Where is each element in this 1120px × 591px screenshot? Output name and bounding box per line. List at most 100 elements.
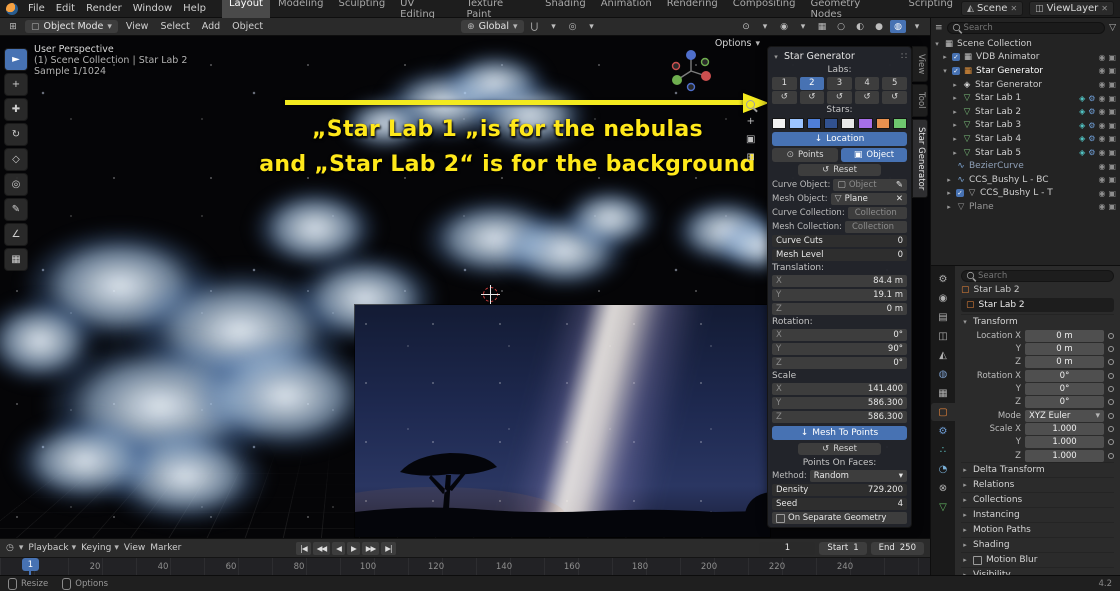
location-y-field[interactable]: 0 m bbox=[1025, 343, 1104, 356]
filter-funnel-icon[interactable]: ▽ bbox=[1109, 23, 1116, 33]
render-camera-icon[interactable]: ▣ bbox=[1108, 175, 1116, 184]
tab-collection[interactable]: ▦ bbox=[932, 384, 954, 402]
expand-icon[interactable]: ▾ bbox=[941, 67, 949, 75]
scale-x-field[interactable]: 1.000 bbox=[1025, 422, 1104, 435]
hide-eye-icon[interactable]: ◉ bbox=[1098, 66, 1105, 75]
curve-collection-field[interactable]: Collection bbox=[847, 207, 907, 219]
checkbox-icon[interactable] bbox=[973, 555, 982, 565]
navigation-gizmo[interactable] bbox=[668, 48, 714, 94]
prev-keyframe-button[interactable]: ◀◀ bbox=[312, 541, 331, 555]
animate-dot-icon[interactable] bbox=[1108, 332, 1114, 339]
section-delta-transform[interactable]: ▸ Delta Transform bbox=[961, 462, 1114, 477]
method-dropdown[interactable]: Random ▾ bbox=[809, 470, 907, 482]
rotation-mode-dropdown[interactable]: XYZ Euler ▾ bbox=[1025, 409, 1104, 422]
animate-dot-icon[interactable] bbox=[1108, 452, 1114, 459]
proportional-editing-icon[interactable]: ◎ bbox=[565, 20, 581, 33]
pan-icon[interactable]: + bbox=[747, 117, 755, 127]
render-camera-icon[interactable]: ▣ bbox=[1108, 189, 1116, 198]
render-camera-icon[interactable]: ▣ bbox=[1108, 53, 1116, 62]
editor-type-icon[interactable]: ⊞ bbox=[5, 20, 21, 33]
playhead[interactable]: 1 bbox=[22, 558, 39, 576]
mesh-to-points-button[interactable]: ↓ Mesh To Points bbox=[772, 426, 907, 440]
animate-dot-icon[interactable] bbox=[1108, 359, 1114, 366]
hide-eye-icon[interactable]: ◉ bbox=[1098, 121, 1105, 130]
transform-orientation-dropdown[interactable]: ⊕ Global ▾ bbox=[461, 20, 524, 33]
tab-scene[interactable]: ◭ bbox=[932, 346, 954, 364]
tool-add-cube[interactable]: ▦ bbox=[4, 248, 28, 271]
rotation-z-field[interactable]: Z 0° bbox=[772, 357, 907, 369]
lab-3-refresh-icon[interactable]: ↺ bbox=[827, 90, 852, 104]
mesh-collection-field[interactable]: Collection bbox=[845, 221, 907, 233]
section-collections[interactable]: ▸ Collections bbox=[961, 492, 1114, 507]
play-button[interactable]: ▶ bbox=[346, 541, 360, 555]
outliner-row-star-lab-2[interactable]: ▸ ▽ Star Lab 2 ◈ ⚙ ◉ ▣ bbox=[931, 105, 1120, 119]
seed-slider[interactable]: Seed 4 bbox=[772, 498, 907, 510]
outliner-search-input[interactable] bbox=[946, 21, 1106, 34]
tab-star-generator[interactable]: Star Generator bbox=[912, 118, 928, 198]
xray-toggle-icon[interactable]: ▦ bbox=[814, 20, 830, 33]
lab-1-refresh-icon[interactable]: ↺ bbox=[772, 90, 797, 104]
rotation-x-field[interactable]: 0° bbox=[1025, 369, 1104, 382]
menu-object[interactable]: Object bbox=[228, 21, 267, 32]
lab-2-button[interactable]: 2 bbox=[799, 76, 825, 90]
overlays-dropdown-icon[interactable]: ▾ bbox=[795, 20, 811, 33]
lab-5-button[interactable]: 5 bbox=[882, 76, 907, 90]
outliner-row-star-lab-4[interactable]: ▸ ▽ Star Lab 4 ◈ ⚙ ◉ ▣ bbox=[931, 132, 1120, 146]
animate-dot-icon[interactable] bbox=[1108, 346, 1114, 353]
collection-checkbox[interactable]: ✓ bbox=[952, 53, 960, 62]
curve-cuts-slider[interactable]: Curve Cuts 0 bbox=[772, 235, 907, 247]
density-slider[interactable]: Density 729.200 bbox=[772, 484, 907, 496]
menu-select[interactable]: Select bbox=[156, 21, 193, 32]
tab-tool[interactable]: Tool bbox=[912, 84, 928, 117]
menu-render[interactable]: Render bbox=[81, 3, 127, 14]
animate-dot-icon[interactable] bbox=[1108, 386, 1114, 393]
hide-eye-icon[interactable]: ◉ bbox=[1098, 148, 1105, 157]
star-color-swatch[interactable] bbox=[823, 117, 838, 129]
collection-checkbox[interactable]: ✓ bbox=[952, 66, 960, 75]
animate-dot-icon[interactable] bbox=[1108, 425, 1114, 432]
hide-eye-icon[interactable]: ◉ bbox=[1098, 134, 1105, 143]
star-color-swatch[interactable] bbox=[841, 117, 856, 129]
tab-physics[interactable]: ◔ bbox=[932, 460, 954, 478]
hide-eye-icon[interactable]: ◉ bbox=[1098, 162, 1105, 171]
hide-eye-icon[interactable]: ◉ bbox=[1098, 202, 1105, 211]
proportional-dropdown-icon[interactable]: ▾ bbox=[584, 20, 600, 33]
shading-material-icon[interactable]: ● bbox=[871, 20, 887, 33]
tab-render[interactable]: ◉ bbox=[932, 289, 954, 307]
location-x-field[interactable]: 0 m bbox=[1025, 329, 1104, 342]
star-color-swatch[interactable] bbox=[789, 117, 804, 129]
curve-object-field[interactable]: ▢ Object ✎ bbox=[833, 179, 907, 191]
tool-scale[interactable]: ◇ bbox=[4, 148, 28, 171]
hide-eye-icon[interactable]: ◉ bbox=[1098, 80, 1105, 89]
hide-eye-icon[interactable]: ◉ bbox=[1098, 175, 1105, 184]
rotation-y-field[interactable]: Y 90° bbox=[772, 343, 907, 355]
menu-add[interactable]: Add bbox=[198, 21, 224, 32]
clear-icon[interactable]: ✕ bbox=[896, 194, 903, 204]
outliner-row-star-generator-collection[interactable]: ▾ ✓ ▦ Star Generator ◉ ▣ bbox=[931, 64, 1120, 78]
edit-pencil-icon[interactable]: ✎ bbox=[896, 180, 903, 190]
lab-3-button[interactable]: 3 bbox=[827, 76, 852, 90]
timeline-ruler[interactable]: 20 40 60 80 100 120 140 160 180 200 220 … bbox=[0, 557, 930, 576]
separate-geometry-checkbox[interactable]: On Separate Geometry bbox=[772, 512, 907, 524]
outliner-row-star-lab-3[interactable]: ▸ ▽ Star Lab 3 ◈ ⚙ ◉ ▣ bbox=[931, 119, 1120, 133]
reset-button[interactable]: ↺ Reset bbox=[797, 164, 882, 176]
section-shading[interactable]: ▸ Shading bbox=[961, 537, 1114, 552]
gizmo-dropdown-icon[interactable]: ▾ bbox=[757, 20, 773, 33]
translation-y-field[interactable]: Y 19.1 m bbox=[772, 289, 907, 301]
star-color-swatch[interactable] bbox=[858, 117, 873, 129]
outliner-row-scene-collection[interactable]: ▾ ▦ Scene Collection bbox=[931, 37, 1120, 51]
zoom-icon[interactable] bbox=[746, 100, 756, 109]
section-transform[interactable]: ▾ Transform bbox=[961, 314, 1114, 329]
menu-marker[interactable]: Marker bbox=[150, 543, 181, 553]
tool-move[interactable]: ✚ bbox=[4, 98, 28, 121]
tool-transform[interactable]: ◎ bbox=[4, 173, 28, 196]
outliner-row-plane[interactable]: ▸ ▽ Plane ◉ ▣ bbox=[931, 200, 1120, 214]
overlays-toggle-icon[interactable]: ◉ bbox=[776, 20, 792, 33]
hide-eye-icon[interactable]: ◉ bbox=[1098, 94, 1105, 103]
blender-logo-icon[interactable] bbox=[6, 2, 18, 15]
menu-view[interactable]: View bbox=[124, 543, 145, 553]
play-reverse-button[interactable]: ◀ bbox=[332, 541, 345, 555]
animate-dot-icon[interactable] bbox=[1108, 399, 1114, 406]
render-camera-icon[interactable]: ▣ bbox=[1108, 80, 1116, 89]
render-camera-icon[interactable]: ▣ bbox=[1108, 121, 1116, 130]
